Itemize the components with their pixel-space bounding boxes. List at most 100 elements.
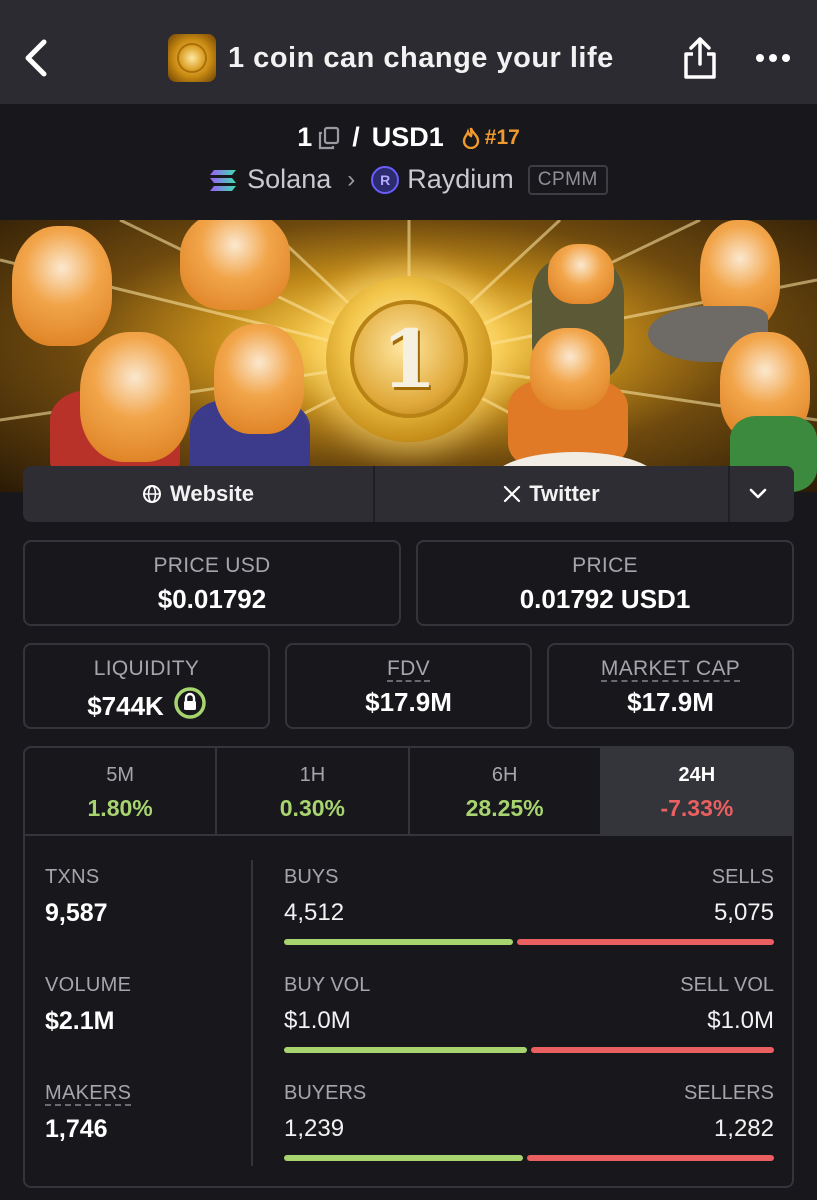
website-label: Website	[170, 481, 254, 506]
share-icon[interactable]	[680, 36, 720, 80]
gold-coin-icon: 1	[326, 276, 492, 442]
market-cap-box: MARKET CAP $17.9M	[547, 643, 794, 729]
price-quote-box: PRICE 0.01792 USD1	[416, 540, 794, 626]
pool-type-badge: CPMM	[527, 164, 608, 195]
tab-change-value: 1.80%	[87, 795, 153, 821]
price-quote-value: 0.01792 USD1	[519, 584, 691, 614]
buyers-sellers-bar	[284, 1155, 774, 1161]
page-title-group: 1 coin can change your life	[168, 32, 614, 84]
twitter-label: Twitter	[529, 481, 600, 506]
dog-character-left-4	[214, 324, 304, 434]
more-links-button[interactable]	[730, 466, 794, 522]
makers-label[interactable]: MAKERS	[45, 1082, 132, 1106]
chevron-right-icon: ›	[347, 165, 356, 193]
buyers-bar-segment	[284, 1155, 523, 1161]
copy-icon[interactable]	[318, 126, 340, 150]
market-cap-label-text: MARKET CAP	[600, 657, 741, 682]
buys-sells-block: BUYS SELLS 4,512 5,075	[284, 866, 774, 945]
dog-character-left-3	[80, 332, 190, 462]
base-symbol: 1	[297, 122, 313, 152]
price-usd-value: $0.01792	[157, 584, 267, 614]
more-dots-icon[interactable]	[752, 46, 794, 70]
sells-value: 5,075	[713, 899, 774, 926]
vol-labels: BUY VOL SELL VOL	[284, 974, 774, 997]
quote-symbol: USD1	[371, 122, 444, 152]
lock-icon[interactable]	[174, 687, 206, 726]
liquidity-box: LIQUIDITY $744K	[23, 643, 270, 729]
tab-label: 24H	[678, 764, 716, 786]
makers-block: MAKERS 1,746	[45, 1082, 132, 1144]
liquidity-value: $744K	[87, 691, 164, 721]
globe-icon	[143, 485, 162, 503]
volume-label: VOLUME	[45, 974, 132, 996]
tab-change-value: 28.25%	[465, 795, 544, 821]
buys-sells-bar	[284, 939, 774, 945]
fdv-value: $17.9M	[365, 687, 452, 717]
tab-24h[interactable]: 24H -7.33%	[601, 748, 792, 834]
market-cap-value: $17.9M	[627, 687, 714, 717]
dog-character-left-1	[12, 226, 112, 346]
flame-icon	[462, 127, 479, 149]
chain-name[interactable]: Solana	[247, 164, 331, 195]
sell-vol-bar-segment	[531, 1047, 774, 1053]
tab-5m[interactable]: 5M 1.80%	[25, 748, 218, 834]
trade-metrics: TXNS 9,587 VOLUME $2.1M MAKERS 1,746 BUY…	[25, 838, 792, 1186]
trending-rank[interactable]: #17	[462, 126, 520, 150]
pair-line: 1 / USD1 #17	[0, 122, 817, 153]
dog-character-right-2	[530, 328, 610, 410]
fdv-label[interactable]: FDV	[287, 657, 530, 682]
raydium-icon: R	[371, 165, 400, 194]
market-cap-label[interactable]: MARKET CAP	[549, 657, 792, 682]
liquidity-label: LIQUIDITY	[93, 657, 200, 680]
liquidity-value-row: $744K	[25, 687, 268, 726]
x-logo-icon	[504, 485, 521, 503]
buyers-sellers-block: BUYERS SELLERS 1,239 1,282	[284, 1082, 774, 1161]
buyers-sellers-values: 1,239 1,282	[284, 1115, 774, 1143]
dog-character-right-1	[548, 244, 614, 304]
vol-values: $1.0M $1.0M	[284, 1007, 774, 1035]
pair-header: 1 / USD1 #17 Solana › R Raydium CPMM	[0, 104, 817, 220]
sellers-value: 1,282	[713, 1115, 774, 1142]
website-link-button[interactable]: Website	[23, 466, 375, 522]
timeframe-tabs: 5M 1.80% 1H 0.30% 6H 28.25% 24H -7.33%	[25, 748, 792, 836]
buyers-label: BUYERS	[284, 1082, 367, 1104]
sells-bar-segment	[517, 939, 774, 945]
fdv-label-text: FDV	[387, 657, 430, 682]
social-links-bar: Website Twitter	[23, 466, 794, 522]
back-chevron-icon[interactable]	[20, 36, 56, 80]
coin-number: 1	[350, 300, 468, 418]
price-quote-label: PRICE	[572, 554, 638, 577]
makers-label-text: MAKERS	[45, 1082, 132, 1106]
buy-vol-bar-segment	[284, 1047, 527, 1053]
vol-bar	[284, 1047, 774, 1053]
makers-value: 1,746	[45, 1115, 108, 1143]
buys-label: BUYS	[284, 866, 339, 888]
sellers-label: SELLERS	[683, 1082, 774, 1104]
tab-label: 6H	[491, 764, 518, 786]
pair-separator: /	[352, 122, 360, 152]
tab-change-value: -7.33%	[660, 795, 734, 821]
price-usd-label: PRICE USD	[153, 554, 271, 577]
buys-sells-labels: BUYS SELLS	[284, 866, 774, 889]
tab-1h[interactable]: 1H 0.30%	[217, 748, 410, 834]
fdv-box: FDV $17.9M	[285, 643, 532, 729]
tab-6h[interactable]: 6H 28.25%	[410, 748, 602, 834]
price-change-panel: 5M 1.80% 1H 0.30% 6H 28.25% 24H -7.33% T…	[23, 746, 794, 1188]
buy-sell-vol-block: BUY VOL SELL VOL $1.0M $1.0M	[284, 974, 774, 1053]
txns-block: TXNS 9,587	[45, 866, 108, 928]
tab-label: 1H	[299, 764, 326, 786]
sellers-bar-segment	[527, 1155, 774, 1161]
chain-line: Solana › R Raydium CPMM	[0, 164, 817, 195]
sell-vol-value: $1.0M	[707, 1007, 774, 1034]
sell-vol-label: SELL VOL	[680, 974, 774, 996]
token-banner-image: 1	[0, 220, 817, 492]
chevron-down-icon	[749, 488, 767, 499]
rank-label: #17	[484, 125, 520, 149]
volume-value: $2.1M	[45, 1007, 115, 1035]
solana-icon	[209, 168, 237, 192]
tab-label: 5M	[106, 764, 135, 786]
twitter-link-button[interactable]: Twitter	[375, 466, 730, 522]
buys-bar-segment	[284, 939, 513, 945]
buys-value: 4,512	[284, 899, 345, 926]
dex-name[interactable]: Raydium	[407, 164, 514, 195]
